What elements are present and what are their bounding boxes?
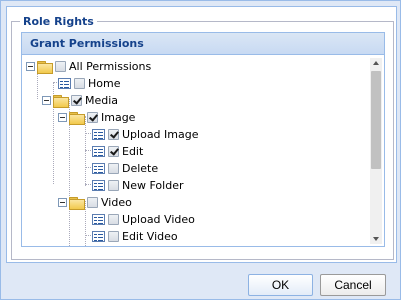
checkbox-icon[interactable] — [71, 95, 82, 106]
tree-node-label: New Folder — [122, 179, 184, 192]
permission-leaf-icon — [58, 78, 71, 89]
tree-node-upload-image[interactable]: Upload Image — [90, 126, 199, 143]
tree-node-home[interactable]: Home — [56, 75, 120, 92]
tree-node-upload-video[interactable]: Upload Video — [90, 211, 195, 228]
ok-button[interactable]: OK — [248, 274, 313, 296]
permission-leaf-icon — [92, 214, 105, 225]
collapse-icon[interactable] — [42, 96, 51, 105]
tree-node-media[interactable]: Media — [42, 92, 118, 109]
tree-node-edit[interactable]: Edit — [90, 143, 143, 160]
tree-node-new-folder[interactable]: New Folder — [90, 177, 183, 194]
permission-leaf-icon — [92, 231, 105, 242]
tree-node-label: Edit — [122, 145, 144, 158]
permission-leaf-icon — [92, 180, 105, 191]
checkbox-icon[interactable] — [108, 163, 119, 174]
checkbox-icon[interactable] — [108, 129, 119, 140]
permission-leaf-icon — [92, 146, 105, 157]
tree-node-label: Edit Video — [122, 230, 178, 243]
tree-node-video[interactable]: Video — [58, 194, 132, 211]
tree-node-all-permissions[interactable]: All Permissions — [26, 58, 151, 75]
checkbox-icon[interactable] — [108, 146, 119, 157]
scrollbar-thumb[interactable] — [371, 71, 381, 169]
folder-icon — [53, 94, 69, 108]
tree-node-label: Image — [101, 111, 136, 124]
collapse-icon[interactable] — [58, 113, 67, 122]
grant-permissions-panel: Grant Permissions All Permissions Home M… — [21, 32, 385, 247]
tree-node-label: Upload Video — [122, 213, 195, 226]
collapse-icon[interactable] — [58, 198, 67, 207]
checkbox-icon[interactable] — [74, 78, 85, 89]
permission-tree: All Permissions Home Media Image Upload … — [22, 56, 384, 246]
role-rights-legend: Role Rights — [23, 15, 94, 28]
folder-icon — [37, 60, 53, 74]
scroll-up-arrow-icon[interactable] — [370, 58, 382, 68]
folder-icon — [69, 111, 85, 125]
grant-permissions-header: Grant Permissions — [22, 33, 384, 55]
tree-node-delete[interactable]: Delete — [90, 160, 158, 177]
checkbox-icon[interactable] — [55, 61, 66, 72]
cancel-button[interactable]: Cancel — [320, 274, 386, 296]
tree-node-edit-video[interactable]: Edit Video — [90, 228, 178, 245]
checkbox-icon[interactable] — [87, 112, 98, 123]
checkbox-icon[interactable] — [87, 197, 98, 208]
tree-node-image[interactable]: Image — [58, 109, 135, 126]
tree-node-label: Upload Image — [122, 128, 199, 141]
tree-node-label: All Permissions — [69, 60, 152, 73]
tree-scrollbar[interactable] — [370, 58, 382, 244]
tree-node-label: Media — [85, 94, 119, 107]
checkbox-icon[interactable] — [108, 180, 119, 191]
checkbox-icon[interactable] — [108, 231, 119, 242]
tree-node-label: Delete — [122, 162, 159, 175]
tree-connector — [85, 116, 86, 186]
permission-leaf-icon — [92, 163, 105, 174]
collapse-icon[interactable] — [26, 62, 35, 71]
role-rights-dialog: Role Rights Grant Permissions All Permis… — [0, 0, 401, 300]
tree-node-label: Video — [101, 196, 132, 209]
checkbox-icon[interactable] — [108, 214, 119, 225]
permission-leaf-icon — [92, 129, 105, 140]
tree-node-label: Home — [88, 77, 121, 90]
scroll-down-arrow-icon[interactable] — [370, 234, 382, 244]
folder-icon — [69, 196, 85, 210]
dialog-body: Role Rights Grant Permissions All Permis… — [6, 6, 397, 263]
